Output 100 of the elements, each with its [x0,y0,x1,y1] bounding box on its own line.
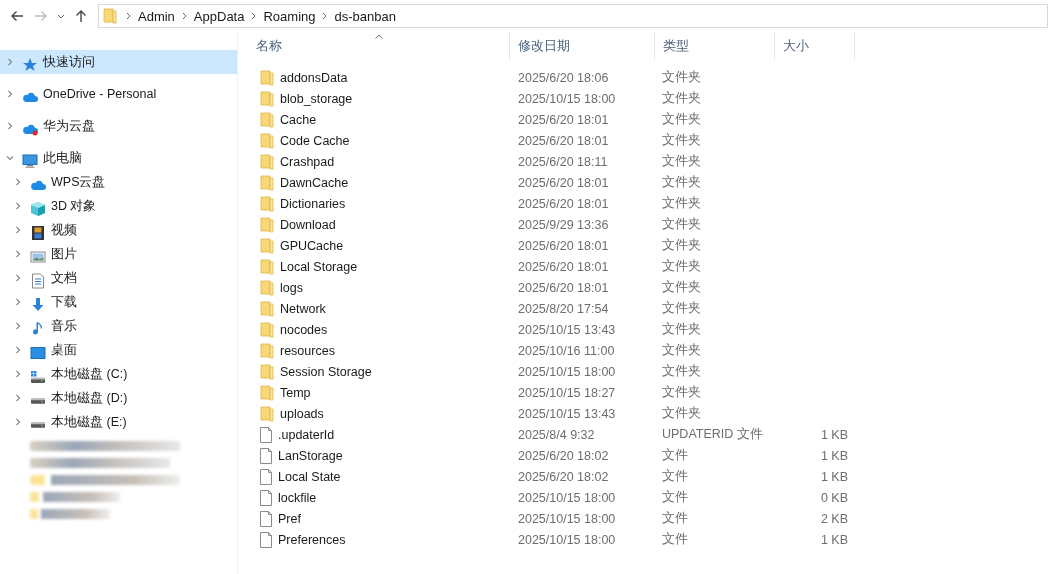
folder-icon [260,363,274,380]
sidebar-item[interactable]: 此电脑 [0,146,237,170]
file-name-cell[interactable]: LanStorage [248,445,510,466]
type-cell-text: 文件夹 [661,237,702,254]
file-name: Preferences [278,532,346,547]
folder-icon [260,405,274,422]
folder-icon [260,258,274,275]
sidebar-item[interactable]: 下载 [0,290,237,314]
date-cell-text: 2025/10/15 18:00 [517,90,617,108]
date-cell-text: 2025/6/20 18:02 [517,447,610,465]
type-cell-text: 文件 [661,510,689,527]
date-cell-text: 2025/10/15 18:00 [517,531,617,549]
file-name-cell[interactable]: Download [248,214,510,235]
column-header-label: 名称 [256,38,282,55]
sort-ascending-icon [374,34,383,39]
folder-icon [260,321,274,338]
file-name-cell[interactable]: lockfile [248,487,510,508]
date-cell-text: 2025/6/20 18:02 [517,468,610,486]
folder-icon [103,8,117,24]
column-header[interactable]: 名称 [248,32,510,60]
file-name-cell[interactable]: nocodes [248,319,510,340]
type-cell-text: 文件 [661,447,689,464]
date-cell-text: 2025/10/15 18:27 [517,384,617,402]
column-header[interactable]: 类型 [655,32,775,60]
file-icon [260,468,272,485]
date-cell-text: 2025/6/20 18:01 [517,237,610,255]
date-cell-text: 2025/10/15 13:43 [517,405,617,423]
breadcrumb-item[interactable]: Roaming [259,8,320,24]
file-name-cell[interactable]: Dictionaries [248,193,510,214]
file-name-cell[interactable]: Preferences [248,529,510,550]
file-name-cell[interactable]: Local Storage [248,256,510,277]
file-name: DawnCache [280,175,349,190]
sidebar-item[interactable]: WPS云盘 [0,170,237,194]
folder-icon [260,216,274,233]
sidebar-item[interactable]: 本地磁盘 (D:) [0,386,237,410]
file-name-cell[interactable]: Local State [248,466,510,487]
date-cell-text: 2025/10/16 11:00 [517,342,616,360]
sidebar-item[interactable]: 华为云盘 [0,114,237,138]
folder-icon [260,384,274,401]
date-cell-text: 2025/6/20 18:01 [517,132,610,150]
file-name-cell[interactable]: Crashpad [248,151,510,172]
sidebar-item[interactable]: 桌面 [0,338,237,362]
sidebar-item[interactable]: 音乐 [0,314,237,338]
type-cell-text: 文件夹 [661,279,702,296]
file-name: Code Cache [280,133,350,148]
monitor-icon [22,153,38,169]
sidebar-item[interactable]: 文档 [0,266,237,290]
date-cell-text: 2025/6/20 18:01 [517,174,610,192]
file-name: nocodes [280,322,328,337]
file-name-cell[interactable]: resources [248,340,510,361]
sidebar-item[interactable]: 图片 [0,242,237,266]
column-header[interactable]: 修改日期 [510,32,655,60]
folder-icon [260,69,274,86]
type-cell-text: 文件夹 [661,174,702,191]
breadcrumb-item[interactable]: AppData [189,8,249,24]
column-header-label: 类型 [663,38,689,55]
type-cell-text: 文件夹 [661,90,702,107]
folder-icon [260,195,274,212]
file-name-cell[interactable]: .updaterId [248,424,510,445]
sidebar-item[interactable]: 3D 对象 [0,194,237,218]
file-name-cell[interactable]: addonsData [248,67,510,88]
sidebar-item-label: WPS云盘 [51,173,106,191]
breadcrumb-item[interactable]: ds-banban [330,8,400,24]
star-icon [22,57,38,73]
file-name-cell[interactable]: Cache [248,109,510,130]
file-icon [260,531,272,548]
sidebar-item-label: 本地磁盘 (C:) [51,365,128,383]
folder-icon [260,132,274,149]
file-name-cell[interactable]: Temp [248,382,510,403]
column-header[interactable]: 大小 [775,32,855,60]
file-name-cell[interactable]: Session Storage [248,361,510,382]
file-name-cell[interactable]: Pref [248,508,510,529]
type-cell-text: 文件夹 [661,321,702,338]
sidebar-item-label: 桌面 [51,341,77,359]
sidebar-item-label: 3D 对象 [51,197,97,215]
sidebar-item[interactable]: OneDrive - Personal [0,82,237,106]
file-name-cell[interactable]: Code Cache [248,130,510,151]
type-cell-text: 文件夹 [661,111,702,128]
folder-icon [260,153,274,170]
breadcrumb-item[interactable]: Admin [134,8,179,24]
file-name: LanStorage [278,448,343,463]
file-name: GPUCache [280,238,344,253]
drive-icon [30,422,46,428]
sidebar-item[interactable]: 本地磁盘 (E:) [0,410,237,434]
address-bar[interactable]: Admin AppData Roaming ds-banban [98,4,1048,28]
sidebar-item[interactable]: 快速访问 [0,50,237,74]
file-name-cell[interactable]: logs [248,277,510,298]
film-icon [30,225,46,241]
file-name-cell[interactable]: DawnCache [248,172,510,193]
size-cell-text: 1 KB [819,468,849,486]
file-name-cell[interactable]: uploads [248,403,510,424]
sidebar-item[interactable]: 视频 [0,218,237,242]
file-name-cell[interactable]: blob_storage [248,88,510,109]
sidebar-item[interactable]: 本地磁盘 (C:) [0,362,237,386]
sidebar-item-label: 音乐 [51,317,77,335]
document-icon [30,273,46,289]
back-arrow-icon [10,10,24,22]
file-name-cell[interactable]: GPUCache [248,235,510,256]
type-cell-text: 文件夹 [661,132,702,149]
file-name-cell[interactable]: Network [248,298,510,319]
